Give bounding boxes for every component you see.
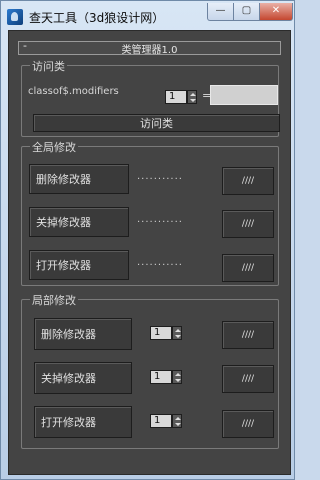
modifiers-expression: classof$.modifiers: [28, 86, 119, 97]
access-group: 访问类 classof$.modifiers 1 = 访问类: [21, 58, 280, 137]
access-class-button[interactable]: 访问类: [33, 114, 280, 132]
global-enable-modifier-button[interactable]: 打开修改器: [29, 250, 129, 280]
global-group: 全局修改 删除修改器 ........... //// 关掉修改器 ......…: [21, 139, 279, 286]
rollout-title: 类管理器1.0: [121, 45, 178, 56]
local-delete-spinner[interactable]: 1: [150, 326, 182, 340]
client-area: - 类管理器1.0 访问类 classof$.modifiers 1 = 访问类…: [8, 30, 291, 475]
spinner-arrows-icon[interactable]: [187, 90, 197, 104]
access-group-label: 访问类: [30, 58, 67, 74]
title-bar[interactable]: 查天工具（3d狼设计网） — ▢ ✕: [1, 1, 294, 31]
result-field[interactable]: [210, 85, 278, 105]
maximize-button[interactable]: ▢: [233, 3, 260, 21]
local-disable-spinner[interactable]: 1: [150, 370, 182, 384]
global-disable-modifier-button[interactable]: 关掉修改器: [29, 207, 129, 237]
access-spinner[interactable]: 1: [165, 90, 197, 104]
local-delete-modifier-button[interactable]: 删除修改器: [34, 318, 132, 350]
local-enable-spinner-value[interactable]: 1: [150, 414, 172, 428]
local-disable-spinner-value[interactable]: 1: [150, 370, 172, 384]
global-enable-action-button[interactable]: ////: [222, 254, 274, 282]
global-disable-dots: ...........: [137, 214, 183, 225]
global-delete-dots: ...........: [137, 171, 183, 182]
tool-window: 查天工具（3d狼设计网） — ▢ ✕ - 类管理器1.0 访问类 classof…: [0, 0, 295, 480]
local-delete-spinner-value[interactable]: 1: [150, 326, 172, 340]
global-delete-modifier-button[interactable]: 删除修改器: [29, 164, 129, 194]
local-delete-action-button[interactable]: ////: [222, 321, 274, 349]
rollout-header[interactable]: - 类管理器1.0: [18, 39, 281, 56]
close-button[interactable]: ✕: [259, 3, 293, 21]
local-group-label: 局部修改: [30, 292, 78, 308]
local-disable-action-button[interactable]: ////: [222, 365, 274, 393]
local-enable-action-button[interactable]: ////: [222, 410, 274, 438]
window-title: 查天工具（3d狼设计网）: [29, 11, 165, 25]
spinner-arrows-icon[interactable]: [172, 370, 182, 384]
spinner-arrows-icon[interactable]: [172, 326, 182, 340]
local-enable-modifier-button[interactable]: 打开修改器: [34, 406, 132, 438]
app-icon: [7, 9, 23, 25]
local-group: 局部修改 删除修改器 1 //// 关掉修改器 1 //// 打开修改器 1 /…: [21, 292, 279, 449]
global-disable-action-button[interactable]: ////: [222, 210, 274, 238]
global-enable-dots: ...........: [137, 257, 183, 268]
access-spinner-value[interactable]: 1: [165, 90, 187, 104]
minimize-button[interactable]: —: [207, 3, 234, 21]
global-group-label: 全局修改: [30, 139, 78, 155]
local-disable-modifier-button[interactable]: 关掉修改器: [34, 362, 132, 394]
local-enable-spinner[interactable]: 1: [150, 414, 182, 428]
spinner-arrows-icon[interactable]: [172, 414, 182, 428]
global-delete-action-button[interactable]: ////: [222, 167, 274, 195]
